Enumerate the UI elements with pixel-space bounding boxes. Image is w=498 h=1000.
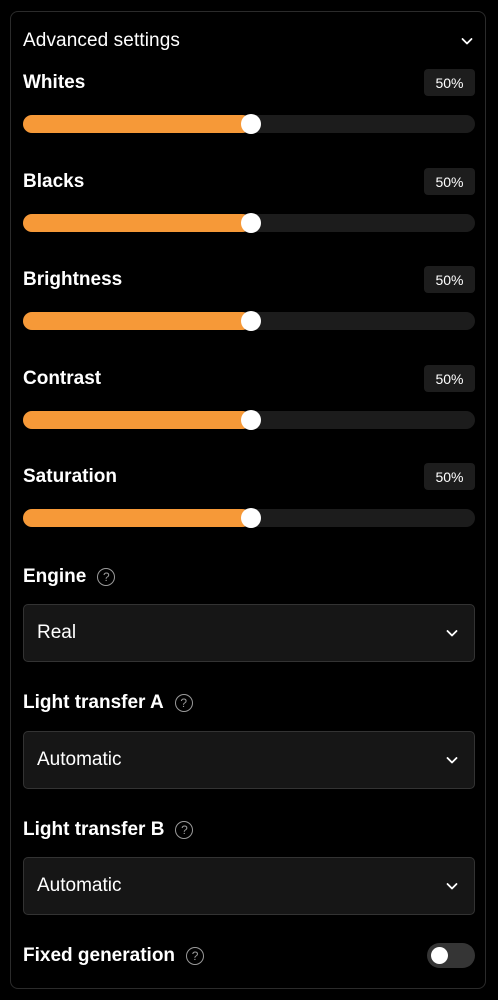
help-circle-icon[interactable]: ? (97, 568, 116, 586)
slider-blacks: Blacks 50% (23, 168, 475, 241)
slider-track[interactable] (23, 213, 475, 233)
light-transfer-a-label: Light transfer A (23, 692, 164, 713)
light-transfer-a-select[interactable]: Automatic (23, 731, 475, 789)
fixed-generation-label: Fixed generation (23, 945, 176, 966)
slider-fill (23, 115, 251, 133)
slider-label: Brightness (23, 269, 123, 290)
slider-whites: Whites 50% (23, 69, 475, 142)
slider-track[interactable] (23, 311, 475, 331)
slider-track[interactable] (23, 508, 475, 528)
engine-label-row: Engine ? (23, 564, 116, 590)
light-transfer-b-label: Light transfer B (23, 819, 165, 840)
engine-select[interactable]: Real (23, 604, 475, 662)
chevron-down-icon (444, 752, 460, 768)
light-transfer-b-select-value: Automatic (37, 875, 122, 896)
value-badge: 50% (424, 168, 475, 195)
slider-fill (23, 509, 251, 527)
slider-thumb[interactable] (241, 114, 261, 134)
slider-label: Whites (23, 72, 86, 93)
slider-contrast: Contrast 50% (23, 365, 475, 438)
slider-saturation: Saturation 50% (23, 463, 475, 536)
slider-thumb[interactable] (241, 213, 261, 233)
help-circle-icon[interactable]: ? (174, 694, 193, 712)
toggle-knob (431, 947, 448, 964)
panel-title: Advanced settings (23, 30, 180, 51)
engine-label: Engine (23, 566, 87, 587)
fixed-generation-toggle[interactable] (427, 943, 475, 968)
light-transfer-b-select[interactable]: Automatic (23, 857, 475, 915)
help-circle-icon[interactable]: ? (186, 947, 205, 965)
value-badge: 50% (424, 463, 475, 490)
value-badge: 50% (424, 266, 475, 293)
slider-brightness: Brightness 50% (23, 266, 475, 339)
chevron-down-icon (444, 625, 460, 641)
slider-thumb[interactable] (241, 508, 261, 528)
slider-fill (23, 214, 251, 232)
light-transfer-a-label-row: Light transfer A ? (23, 690, 193, 716)
fixed-generation-label-row: Fixed generation ? (23, 943, 205, 969)
value-badge: 50% (424, 69, 475, 96)
advanced-settings-header[interactable]: Advanced settings (23, 26, 475, 56)
engine-select-value: Real (37, 622, 77, 643)
light-transfer-a-select-value: Automatic (37, 749, 122, 770)
slider-track[interactable] (23, 114, 475, 134)
slider-label: Blacks (23, 171, 85, 192)
help-circle-icon[interactable]: ? (175, 821, 194, 839)
slider-thumb[interactable] (241, 410, 261, 430)
slider-fill (23, 411, 251, 429)
slider-thumb[interactable] (241, 311, 261, 331)
chevron-down-icon[interactable] (459, 33, 475, 49)
slider-label: Saturation (23, 466, 117, 487)
slider-fill (23, 312, 251, 330)
slider-track[interactable] (23, 410, 475, 430)
slider-label: Contrast (23, 368, 102, 389)
value-badge: 50% (424, 365, 475, 392)
light-transfer-b-label-row: Light transfer B ? (23, 817, 194, 843)
chevron-down-icon (444, 878, 460, 894)
